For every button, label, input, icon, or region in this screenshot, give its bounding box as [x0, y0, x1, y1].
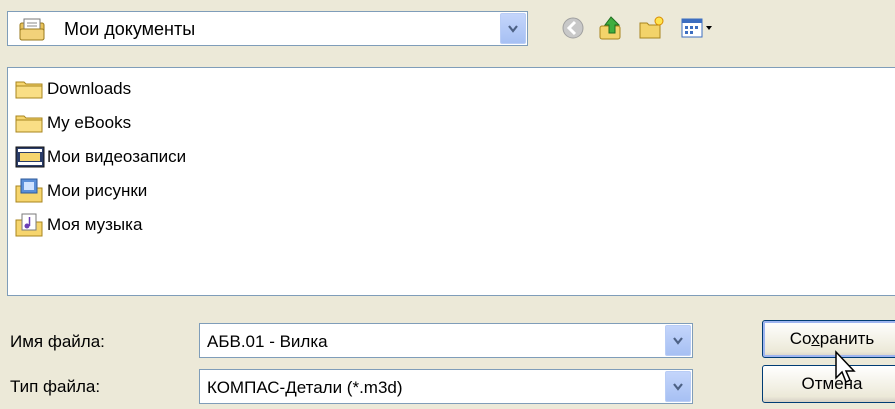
my-documents-icon [18, 18, 48, 47]
file-list[interactable]: Downloads My eBooks Мои видеозаписи Мои … [7, 67, 895, 296]
cancel-button[interactable]: Отмена [762, 365, 895, 403]
list-item[interactable]: Мои видеозаписи [14, 143, 186, 171]
save-label-part: ранить [819, 329, 875, 348]
filetype-select[interactable]: КОМПАС-Детали (*.m3d) [199, 369, 693, 404]
list-item[interactable]: Downloads [14, 75, 131, 103]
up-folder-button[interactable] [594, 11, 628, 45]
up-folder-icon [599, 16, 621, 40]
location-value: Мои документы [64, 19, 196, 39]
folder-icon [14, 109, 46, 137]
filename-dropdown-button[interactable] [665, 325, 691, 356]
filetype-value: КОМПАС-Детали (*.m3d) [207, 378, 403, 397]
file-name: Мои видеозаписи [47, 147, 187, 166]
list-item[interactable]: My eBooks [14, 109, 131, 137]
new-folder-icon [639, 16, 664, 39]
new-folder-button[interactable] [634, 11, 668, 45]
file-name: Downloads [47, 79, 132, 98]
view-menu-icon [681, 18, 712, 38]
back-button[interactable] [556, 11, 590, 45]
save-label-accelerator: х [811, 329, 820, 348]
filename-label: Имя файла: [10, 332, 105, 351]
music-folder-icon [14, 211, 46, 239]
filename-combobox[interactable]: АБВ.01 - Вилка [199, 323, 693, 358]
file-name: My eBooks [47, 113, 132, 132]
folder-icon [14, 75, 46, 103]
chevron-down-icon [508, 24, 518, 33]
save-label-part: Со [789, 329, 812, 348]
save-button[interactable]: Сохранить [762, 320, 895, 358]
chevron-down-icon [673, 382, 683, 391]
chevron-down-icon [673, 336, 683, 345]
location-dropdown-button[interactable] [500, 13, 526, 44]
video-folder-icon [14, 143, 46, 171]
mouse-cursor-icon [835, 350, 856, 384]
view-menu-button[interactable] [672, 11, 722, 45]
file-name: Моя музыка [47, 215, 143, 234]
list-item[interactable]: Моя музыка [14, 211, 142, 239]
filetype-dropdown-button[interactable] [665, 371, 691, 402]
filename-input[interactable]: АБВ.01 - Вилка [207, 332, 328, 352]
list-item[interactable]: Мои рисунки [14, 177, 147, 205]
back-icon [562, 17, 584, 39]
pictures-folder-icon [14, 177, 46, 205]
filetype-label: Тип файла: [10, 377, 101, 396]
location-combobox[interactable]: Мои документы [7, 11, 528, 46]
file-name: Мои рисунки [47, 181, 148, 200]
